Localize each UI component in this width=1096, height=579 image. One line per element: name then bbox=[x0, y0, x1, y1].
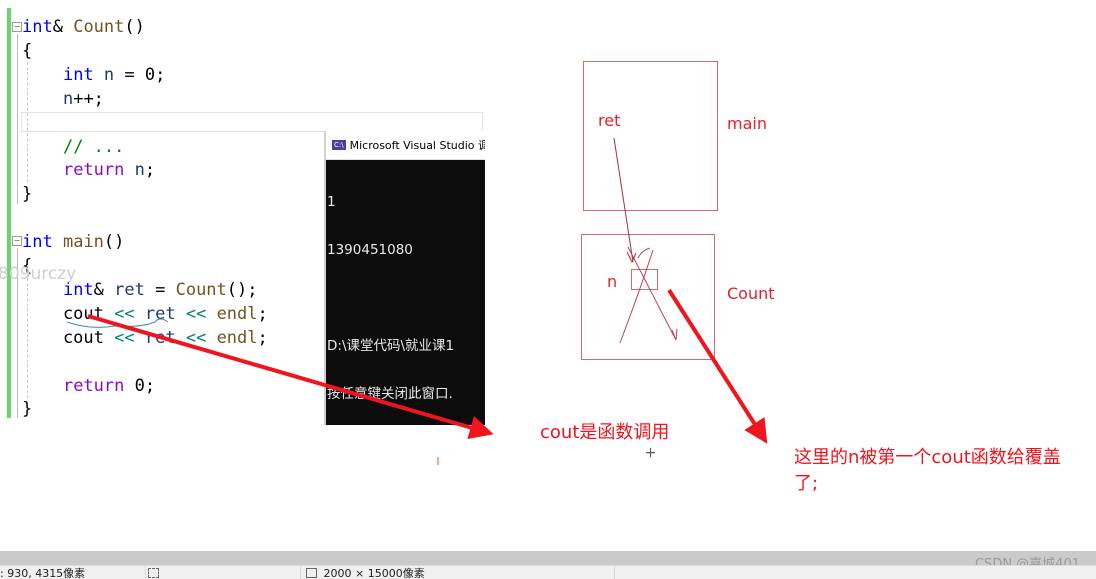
code-token: ; bbox=[257, 327, 268, 348]
console-app-icon: C:\ bbox=[332, 140, 346, 150]
code-token: (); bbox=[226, 279, 258, 300]
console-titlebar[interactable]: C:\ Microsoft Visual Studio 调 bbox=[326, 131, 485, 160]
annotation-cout-call: cout是函数调用 bbox=[540, 422, 670, 443]
current-line-highlight bbox=[21, 112, 483, 132]
ret-label: ret bbox=[598, 111, 621, 130]
console-output: 1 1390451080 D:\课堂代码\就业课1 按任意键关闭此窗口. bbox=[326, 160, 485, 434]
fold-collapse-icon[interactable]: − bbox=[12, 22, 22, 32]
code-token: () bbox=[124, 17, 145, 37]
code-line[interactable]: int main() bbox=[22, 230, 124, 254]
code-token: endl bbox=[216, 327, 258, 348]
code-token: << bbox=[185, 327, 207, 348]
code-token: << bbox=[114, 303, 135, 324]
change-tracking-bar bbox=[7, 8, 11, 418]
console-line: D:\课堂代码\就业课1 bbox=[327, 338, 455, 354]
code-token: 0; bbox=[124, 375, 156, 396]
code-token: n bbox=[134, 160, 145, 181]
code-token: return bbox=[62, 375, 125, 396]
code-token: = 0; bbox=[114, 64, 166, 85]
code-line[interactable]: n++; bbox=[22, 87, 104, 111]
code-token: { bbox=[22, 40, 33, 61]
fold-collapse-icon[interactable]: − bbox=[12, 236, 22, 246]
code-line[interactable]: int n = 0; bbox=[22, 63, 165, 87]
code-token: Count bbox=[175, 279, 227, 300]
code-token: << bbox=[114, 327, 135, 348]
code-line[interactable]: return 0; bbox=[22, 374, 155, 398]
image-size-cell: 2000 × 15000像素 bbox=[304, 566, 615, 579]
code-token: = bbox=[144, 279, 176, 300]
code-token: Count bbox=[73, 17, 125, 37]
code-line[interactable]: // ... bbox=[22, 135, 124, 159]
scope-bracket-line bbox=[17, 34, 18, 204]
code-token: & bbox=[93, 279, 115, 300]
code-token: } bbox=[22, 184, 33, 205]
code-line[interactable]: { bbox=[22, 39, 32, 63]
code-token: return bbox=[62, 160, 125, 181]
code-token: // ... bbox=[62, 136, 125, 157]
console-line: 1390451080 bbox=[327, 242, 413, 258]
n-label: n bbox=[607, 272, 618, 291]
main-stack-frame-box bbox=[583, 61, 718, 211]
count-frame-label: Count bbox=[727, 284, 775, 303]
code-token: ; bbox=[257, 303, 268, 324]
main-frame-label: main bbox=[727, 114, 767, 133]
code-line[interactable]: cout << ret << endl; bbox=[22, 302, 268, 326]
code-token: n bbox=[103, 64, 115, 85]
code-token: () bbox=[103, 232, 125, 253]
code-token: n bbox=[62, 88, 74, 109]
annotation-overwrite-line1: 这里的n被第一个cout函数给覆盖 bbox=[794, 447, 1061, 468]
code-token: } bbox=[22, 399, 33, 420]
code-line[interactable]: int& Count() bbox=[22, 15, 145, 39]
code-token: int bbox=[22, 17, 53, 37]
annotation-overwrite-line2: 了; bbox=[794, 473, 819, 494]
crosshair-cursor-icon: + bbox=[644, 445, 657, 461]
code-token: main bbox=[62, 232, 104, 253]
code-token: endl bbox=[216, 303, 258, 324]
status-bar: : 930, 4315像素 2000 × 15000像素 bbox=[0, 565, 1096, 579]
selection-icon bbox=[148, 568, 159, 578]
code-line[interactable]: cout << ret << endl; bbox=[22, 326, 268, 350]
code-token: ret bbox=[144, 303, 176, 324]
code-token: int bbox=[22, 232, 53, 253]
horizontal-scrollbar[interactable] bbox=[0, 551, 1096, 565]
code-line[interactable]: return n; bbox=[22, 158, 155, 182]
code-token: << bbox=[185, 303, 207, 324]
code-token: int bbox=[62, 64, 94, 85]
code-line[interactable]: } bbox=[22, 182, 32, 206]
code-token: ; bbox=[144, 160, 156, 181]
code-token: ret bbox=[144, 327, 176, 348]
console-line: 1 bbox=[327, 194, 336, 210]
console-title: Microsoft Visual Studio 调 bbox=[349, 139, 485, 152]
code-token: cout bbox=[22, 327, 115, 348]
console-window[interactable]: C:\ Microsoft Visual Studio 调 1 13904510… bbox=[324, 131, 485, 425]
n-variable-cell bbox=[631, 269, 658, 290]
code-token: & bbox=[52, 17, 74, 37]
cursor-position: : 930, 4315像素 bbox=[0, 566, 146, 579]
selection-size bbox=[148, 566, 301, 579]
image-size: 2000 × 15000像素 bbox=[323, 567, 425, 579]
code-line[interactable]: } bbox=[22, 397, 32, 421]
code-token: cout bbox=[22, 303, 115, 324]
code-token: ++; bbox=[73, 88, 104, 109]
side-watermark: 809urczy bbox=[0, 264, 77, 284]
code-token: ret bbox=[114, 279, 145, 300]
console-line: 按任意键关闭此窗口. bbox=[327, 386, 453, 402]
image-size-icon bbox=[306, 568, 317, 578]
count-stack-frame-box bbox=[581, 234, 715, 360]
